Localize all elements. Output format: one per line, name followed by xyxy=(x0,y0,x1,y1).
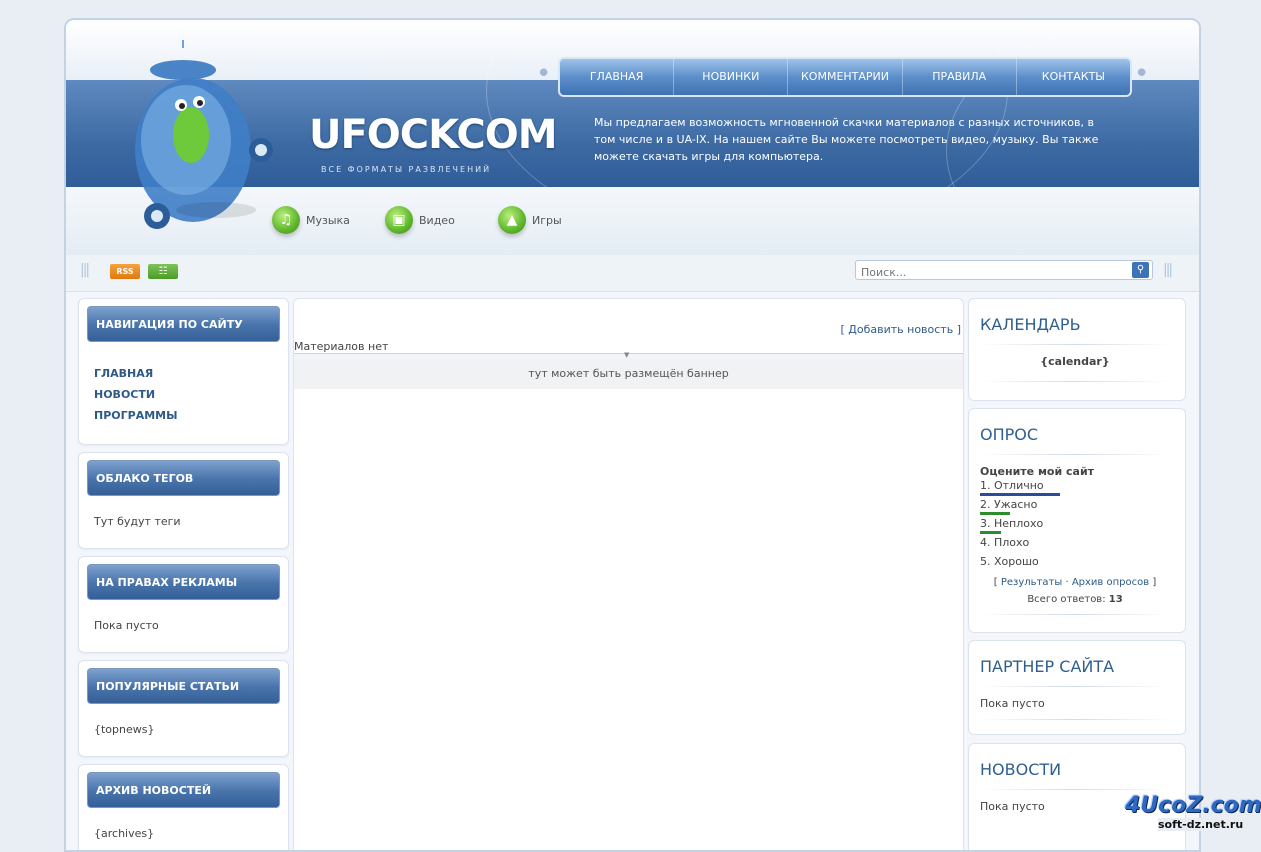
poll-bar xyxy=(980,531,1001,534)
menu-left-cap-icon: • xyxy=(536,59,552,89)
grip-icon: ||| xyxy=(1163,262,1173,278)
ufo-mascot-icon xyxy=(135,40,273,229)
poll-option: 3. Неплохо xyxy=(980,517,1170,536)
sitemap-icon: ☷ xyxy=(158,266,168,277)
poll-total: Всего ответов: 13 xyxy=(980,594,1170,605)
divider xyxy=(980,344,1170,345)
site-logo[interactable]: UFOCKCOM xyxy=(309,112,558,158)
poll-question: Оцените мой сайт xyxy=(980,465,1095,478)
menu-item-rules[interactable]: ПРАВИЛА xyxy=(903,59,1017,95)
block-title: НОВОСТИ xyxy=(980,760,1062,779)
divider xyxy=(980,789,1170,790)
poll-option-label: 2. Ужасно xyxy=(980,498,1038,511)
bracket: ] xyxy=(1152,577,1157,588)
add-news-link[interactable]: [ Добавить новость ] xyxy=(840,323,961,336)
menu-right-cap-icon: • xyxy=(1134,59,1150,89)
site-nav-home[interactable]: ГЛАВНАЯ xyxy=(94,363,178,384)
site-nav-block: НАВИГАЦИЯ ПО САЙТУ ГЛАВНАЯ НОВОСТИ ПРОГР… xyxy=(78,298,289,445)
poll-links: [ Результаты · Архив опросов ] xyxy=(980,577,1170,588)
site-nav-programs[interactable]: ПРОГРАММЫ xyxy=(94,405,178,426)
watermark-logo: 4UcoZ.com xyxy=(1125,793,1261,818)
divider xyxy=(980,381,1170,382)
poll-option: 5. Хорошо xyxy=(980,555,1170,574)
main-content: [ Добавить новость ] Материалов нет ▼ ту… xyxy=(293,298,964,850)
poll-bar xyxy=(980,493,1060,496)
search-input[interactable] xyxy=(856,263,1121,282)
menu-item-comments[interactable]: КОММЕНТАРИИ xyxy=(788,59,903,95)
rss-button[interactable]: RSS xyxy=(110,264,140,279)
block-text: Пока пусто xyxy=(94,619,159,632)
music-note-icon: ♫ xyxy=(272,206,300,234)
banner-placeholder: тут может быть размещён баннер xyxy=(294,359,963,389)
block-title: АРХИВ НОВОСТЕЙ xyxy=(87,772,280,808)
site-nav-list: ГЛАВНАЯ НОВОСТИ ПРОГРАММЫ xyxy=(94,363,178,426)
block-title: ОПРОС xyxy=(980,425,1039,444)
category-label: Музыка xyxy=(306,213,350,227)
poll-option: 2. Ужасно xyxy=(980,498,1170,517)
poll-option-label: 4. Плохо xyxy=(980,536,1030,549)
video-icon: ▣ xyxy=(385,206,413,234)
separator: · xyxy=(1065,577,1069,588)
category-label: Видео xyxy=(419,213,455,227)
tag-cloud-block: ОБЛАКО ТЕГОВ Тут будут теги xyxy=(78,452,289,549)
poll-option: 4. Плохо xyxy=(980,536,1170,555)
menu-item-home[interactable]: ГЛАВНАЯ xyxy=(560,59,675,95)
category-label: Игры xyxy=(532,213,562,227)
category-video[interactable]: ▣ Видео xyxy=(385,206,455,234)
search-box xyxy=(855,260,1153,282)
poll-option-label: 3. Неплохо xyxy=(980,517,1044,530)
site-slogan: ВСЕ ФОРМАТЫ РАЗВЛЕЧЕНИЙ xyxy=(321,165,492,174)
poll-option: 1. Отлично xyxy=(980,479,1170,498)
poll-total-value: 13 xyxy=(1108,594,1123,605)
menu-item-new[interactable]: НОВИНКИ xyxy=(674,59,789,95)
gamepad-icon: ▲ xyxy=(498,206,526,234)
category-games[interactable]: ▲ Игры xyxy=(498,206,562,234)
block-title: ОБЛАКО ТЕГОВ xyxy=(87,460,280,496)
menu-item-contacts[interactable]: КОНТАКТЫ xyxy=(1017,59,1130,95)
search-icon: ⚲ xyxy=(1136,264,1145,275)
search-button[interactable]: ⚲ xyxy=(1132,262,1149,278)
poll-bar xyxy=(980,512,1010,515)
ads-block: НА ПРАВАХ РЕКЛАМЫ Пока пусто xyxy=(78,556,289,653)
no-materials-text: Материалов нет xyxy=(294,340,389,353)
site-nav-news[interactable]: НОВОСТИ xyxy=(94,384,178,405)
archive-block: АРХИВ НОВОСТЕЙ {archives} xyxy=(78,764,289,850)
block-text: Пока пусто xyxy=(980,697,1045,710)
page: UFOCKCOM ВСЕ ФОРМАТЫ РАЗВЛЕЧЕНИЙ Мы пред… xyxy=(64,18,1201,852)
arrow-down-icon: ▼ xyxy=(624,351,630,359)
divider xyxy=(980,686,1170,687)
poll-option-label: 1. Отлично xyxy=(980,479,1044,492)
site-description: Мы предлагаем возможность мгновенной ска… xyxy=(594,116,1099,163)
bracket: [ xyxy=(993,577,998,588)
block-title: ПАРТНЕР САЙТА xyxy=(980,657,1115,676)
calendar-block: КАЛЕНДАРЬ {calendar} xyxy=(968,298,1186,401)
popular-block: ПОПУЛЯРНЫЕ СТАТЬИ {topnews} xyxy=(78,660,289,757)
block-title: НА ПРАВАХ РЕКЛАМЫ xyxy=(87,564,280,600)
poll-archive-link[interactable]: Архив опросов xyxy=(1072,577,1149,588)
block-title: КАЛЕНДАРЬ xyxy=(980,315,1081,334)
block-title: ПОПУЛЯРНЫЕ СТАТЬИ xyxy=(87,668,280,704)
main-menu: ГЛАВНАЯ НОВИНКИ КОММЕНТАРИИ ПРАВИЛА КОНТ… xyxy=(558,57,1132,97)
block-text: Пока пусто xyxy=(980,800,1045,813)
calendar-placeholder: {calendar} xyxy=(1040,355,1110,368)
poll-results-link[interactable]: Результаты xyxy=(1001,577,1062,588)
block-text: {topnews} xyxy=(94,723,155,736)
partner-block: ПАРТНЕР САЙТА Пока пусто xyxy=(968,640,1186,735)
category-music[interactable]: ♫ Музыка xyxy=(272,206,350,234)
poll-options: 1. Отлично 2. Ужасно 3. Неплохо 4. Плохо… xyxy=(980,479,1170,574)
block-text: {archives} xyxy=(94,827,155,840)
poll-block: ОПРОС Оцените мой сайт 1. Отлично 2. Ужа… xyxy=(968,408,1186,633)
poll-option-label: 5. Хорошо xyxy=(980,555,1039,568)
watermark-url: soft-dz.net.ru xyxy=(1158,818,1244,831)
divider xyxy=(980,614,1170,615)
divider xyxy=(980,719,1170,720)
block-title: НАВИГАЦИЯ ПО САЙТУ xyxy=(87,306,280,342)
poll-total-label: Всего ответов: xyxy=(1027,594,1106,605)
divider xyxy=(980,454,1170,455)
sitemap-button[interactable]: ☷ xyxy=(148,264,178,279)
block-text: Тут будут теги xyxy=(94,515,181,528)
grip-icon: ||| xyxy=(80,262,90,278)
